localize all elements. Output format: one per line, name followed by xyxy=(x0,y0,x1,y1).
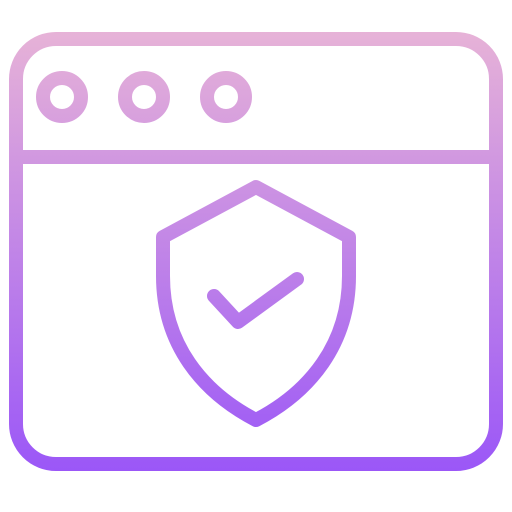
window-control-dot-2 xyxy=(118,71,170,123)
secure-browser-window-icon xyxy=(0,0,512,512)
window-frame xyxy=(9,32,503,471)
window-control-dot-3 xyxy=(200,71,252,123)
window-control-dot-1 xyxy=(36,71,88,123)
icon-canvas xyxy=(9,32,503,471)
check-icon xyxy=(207,272,304,329)
